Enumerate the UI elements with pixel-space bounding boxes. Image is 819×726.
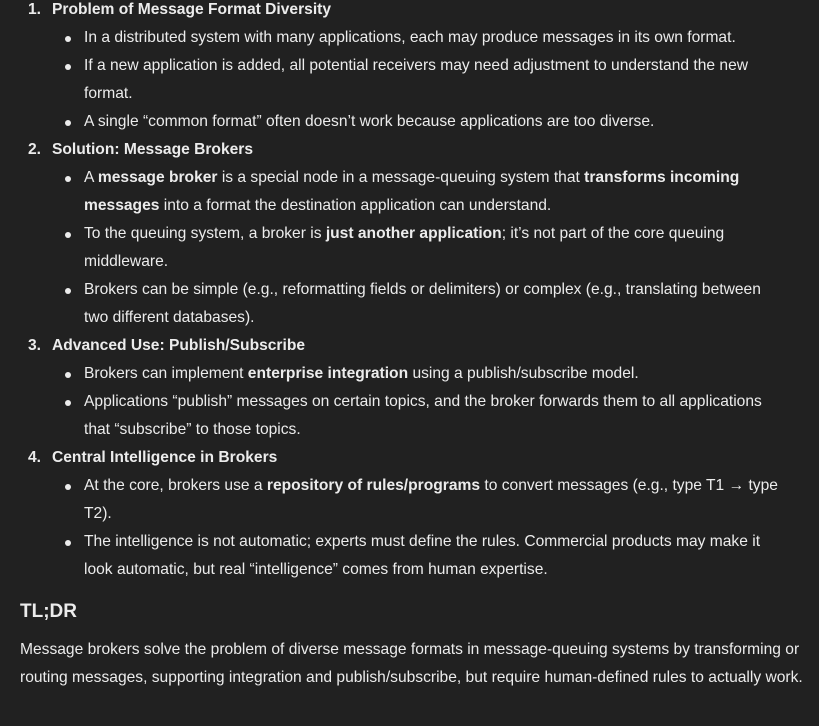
text: To the queuing system, a broker is: [84, 225, 326, 242]
text: Applications “publish” messages on certa…: [84, 393, 762, 438]
section-item: 3. Advanced Use: Publish/Subscribe Brokers…: [0, 332, 819, 444]
text: A: [84, 169, 98, 186]
section-title: Advanced Use: Publish/Subscribe: [52, 337, 306, 354]
text: is a special node in a message-queuing s…: [217, 169, 585, 186]
bullet-item: Applications “publish” messages on certa…: [52, 388, 819, 444]
bullet-item: In a distributed system with many applic…: [52, 24, 819, 52]
bullet-dot-icon: [65, 288, 71, 294]
bullet-dot-icon: [65, 372, 71, 378]
tldr-heading: TL;DR: [20, 601, 77, 622]
section-title: Problem of Message Format Diversity: [52, 1, 332, 18]
section-item: 1. Problem of Message Format Diversity In …: [0, 0, 819, 136]
section-item: 2. Solution: Message Brokers A message bro…: [0, 136, 819, 332]
text: Brokers can implement: [84, 365, 248, 382]
bullet-list: At the core, brokers use a repository of…: [52, 472, 819, 584]
text: A single “common format” often doesn’t w…: [84, 113, 655, 130]
bullet-list: In a distributed system with many applic…: [52, 24, 819, 136]
text: In a distributed system with many applic…: [84, 29, 736, 46]
text: into a format the destination applicatio…: [159, 197, 552, 214]
bullet-item: If a new application is added, all poten…: [52, 52, 819, 108]
section-list: 1. Problem of Message Format Diversity In …: [0, 0, 819, 584]
section-number: 2.: [28, 141, 42, 158]
bullet-list: Brokers can implement enterprise integra…: [52, 360, 819, 444]
bullet-item: To the queuing system, a broker is just …: [52, 220, 819, 276]
bold-text: message broker: [97, 169, 218, 186]
bold-text: enterprise integration: [247, 365, 409, 382]
bullet-dot-icon: [65, 400, 71, 406]
text: At the core, brokers use a: [84, 477, 267, 494]
bullet-dot-icon: [65, 176, 71, 182]
bullet-list: A message broker is a special node in a …: [52, 164, 819, 332]
bullet-dot-icon: [65, 540, 71, 546]
text: The intelligence is not automatic; exper…: [84, 533, 761, 578]
section-number: 3.: [28, 337, 42, 354]
bullet-item: The intelligence is not automatic; exper…: [52, 528, 819, 584]
section-title: Central Intelligence in Brokers: [52, 449, 278, 466]
bullet-dot-icon: [65, 64, 71, 70]
bullet-dot-icon: [65, 36, 71, 42]
bullet-item: A single “common format” often doesn’t w…: [52, 108, 819, 136]
bold-text: just another application: [325, 225, 502, 242]
section-number: 4.: [28, 449, 42, 466]
bullet-item: A message broker is a special node in a …: [52, 164, 819, 220]
text: using a publish/subscribe model.: [408, 365, 639, 382]
bullet-dot-icon: [65, 232, 71, 238]
section-number: 1.: [28, 1, 42, 18]
bullet-dot-icon: [65, 484, 71, 490]
bullet-item: Brokers can implement enterprise integra…: [52, 360, 819, 388]
bullet-dot-icon: [65, 120, 71, 126]
bullet-item: Brokers can be simple (e.g., reformattin…: [52, 276, 819, 332]
section-item: 4. Central Intelligence in Brokers At the …: [0, 444, 819, 584]
section-title: Solution: Message Brokers: [52, 141, 254, 158]
tldr-paragraph: Message brokers solve the problem of div…: [20, 641, 803, 686]
text: If a new application is added, all poten…: [84, 57, 749, 102]
text: Brokers can be simple (e.g., reformattin…: [84, 281, 761, 326]
bold-text: repository of rules/programs: [266, 477, 481, 494]
bullet-item: At the core, brokers use a repository of…: [52, 472, 819, 528]
